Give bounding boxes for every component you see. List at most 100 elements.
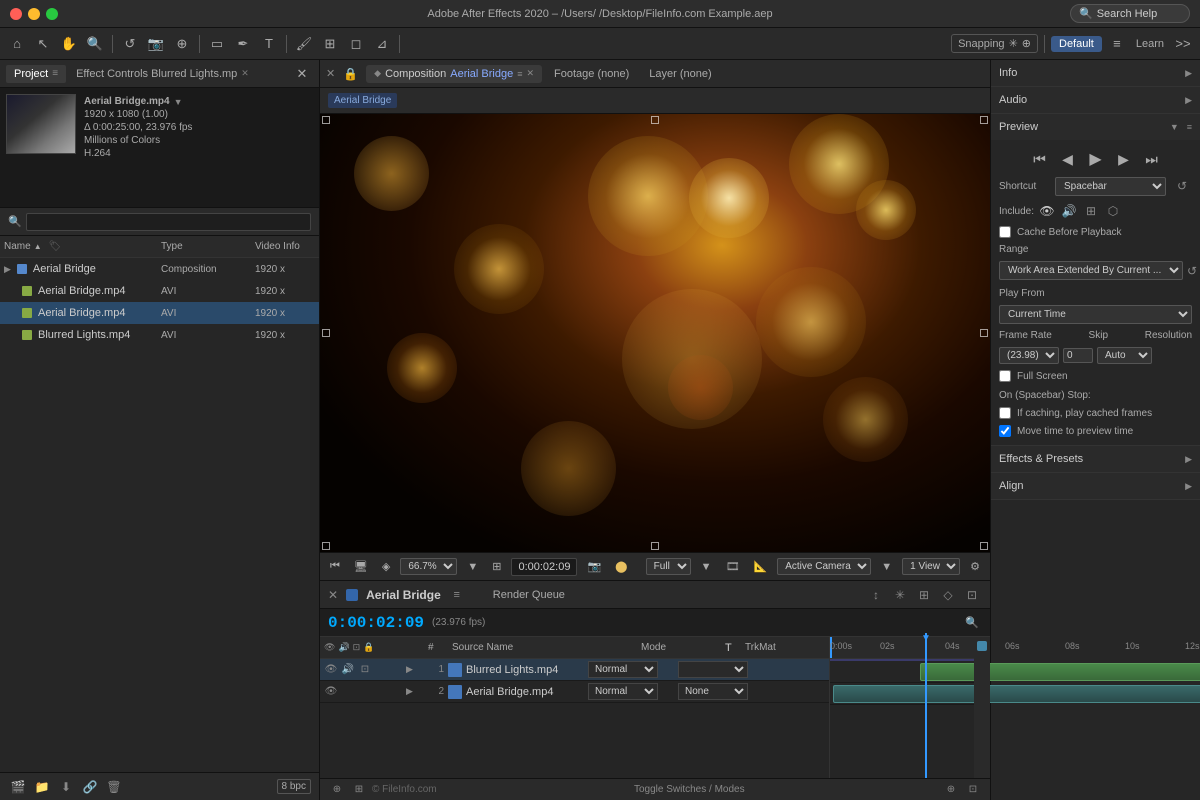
audio-header[interactable]: Audio ▶ (991, 87, 1200, 113)
tab-effect-controls[interactable]: Effect Controls Blurred Lights.mp ✕ (68, 65, 257, 83)
close-button[interactable] (10, 8, 22, 20)
tab-footage[interactable]: Footage (none) (546, 65, 637, 83)
layer-1-eye[interactable]: 👁 (324, 664, 338, 675)
expand-btn[interactable]: >> (1172, 33, 1194, 55)
camera-select[interactable]: Active Camera (777, 558, 871, 575)
view-settings-btn[interactable]: ⚙ (966, 558, 984, 575)
window-controls[interactable] (10, 8, 58, 20)
file-row-3[interactable]: Blurred Lights.mp4 AVI 1920 x (0, 324, 319, 346)
shape-tool[interactable]: ▭ (206, 33, 228, 55)
color-picker-btn[interactable]: ⬤ (611, 558, 631, 575)
effects-presets-header[interactable]: Effects & Presets ▶ (991, 446, 1200, 472)
maximize-button[interactable] (46, 8, 58, 20)
comp-tab-close2[interactable]: ✕ (526, 68, 534, 79)
layer-row-1[interactable]: 👁 🔊 ⊡ ▶ 1 Blurred Lights.mp4 Normal (320, 659, 829, 681)
delete-btn[interactable]: 🗑 (104, 777, 124, 797)
track-2-clip[interactable] (833, 685, 1200, 703)
layer-2-lock[interactable] (375, 686, 389, 697)
film-icon-btn[interactable]: 🎞 (722, 558, 744, 575)
project-search-input[interactable] (26, 213, 311, 231)
preview-last-btn[interactable]: ⏭ (1141, 148, 1163, 170)
hand-tool[interactable]: ✋ (58, 33, 80, 55)
select-tool[interactable]: ↖ (32, 33, 54, 55)
camera-icon-btn[interactable]: 📷 (583, 558, 605, 575)
text-tool[interactable]: T (258, 33, 280, 55)
include-audio-icon[interactable]: 🔊 (1060, 202, 1078, 220)
view-mode-select[interactable]: 1 View (902, 558, 960, 575)
tab-layer[interactable]: Layer (none) (641, 65, 719, 83)
timeline-ruler-bar[interactable]: 0:00s 02s 04s 06s 08s 10s 12s 14s 16s 18… (830, 637, 990, 659)
eraser-tool[interactable]: ◻ (345, 33, 367, 55)
tab-project[interactable]: Project ≡ (6, 65, 66, 83)
layer-1-expand[interactable]: ▶ (406, 664, 422, 675)
pen-tool[interactable]: ✒ (232, 33, 254, 55)
file-expand-0[interactable]: ▶ (4, 264, 11, 275)
layer-1-audio[interactable]: 🔊 (341, 664, 355, 675)
preview-first-btn[interactable]: ⏮ (1029, 148, 1051, 170)
fullscreen-check[interactable] (999, 370, 1011, 382)
include-extra-icon[interactable]: ⬡ (1104, 202, 1122, 220)
import-btn[interactable]: ⬇ (56, 777, 76, 797)
frame-rate-select[interactable]: (23.98) (999, 347, 1059, 364)
play-from-select[interactable]: Current Time (999, 305, 1192, 324)
cached-frames-check[interactable] (999, 407, 1011, 419)
workspace-menu-btn[interactable]: ≡ (1106, 33, 1128, 55)
preview-next-btn[interactable]: ▶ (1113, 148, 1135, 170)
tc-btn-3[interactable]: ⊞ (914, 585, 934, 605)
cache-playback-check[interactable] (999, 226, 1011, 238)
file-row-1[interactable]: Aerial Bridge.mp4 AVI 1920 x (0, 280, 319, 302)
current-time-display[interactable]: 0:00:02:09 (511, 558, 577, 576)
camera-tool[interactable]: 📷 (145, 33, 167, 55)
preview-header-menu[interactable]: ≡ (1187, 122, 1192, 132)
info-header[interactable]: Info ▶ (991, 60, 1200, 86)
rotation-tool[interactable]: ↺ (119, 33, 141, 55)
viewer-area[interactable] (320, 114, 990, 552)
include-video-icon[interactable]: 👁 (1038, 202, 1056, 220)
brush-tool[interactable]: 🖌 (293, 33, 315, 55)
tf-btn-1[interactable]: ⊕ (328, 781, 346, 799)
shortcut-reset-btn[interactable]: ↺ (1172, 176, 1192, 196)
zoom-dropdown-btn[interactable]: ▼ (463, 559, 482, 575)
layer-row-2[interactable]: 👁 ▶ 2 Aerial Bridge.mp4 Normal (320, 681, 829, 703)
puppet-tool[interactable]: ⊿ (371, 33, 393, 55)
zoom-tool[interactable]: 🔍 (84, 33, 106, 55)
render-queue-btn[interactable]: Render Queue (493, 589, 565, 601)
preview-3d-btn[interactable]: ◈ (378, 558, 394, 575)
layer-1-lock[interactable] (375, 664, 389, 675)
camera-dropdown-btn[interactable]: ▼ (877, 559, 896, 575)
preview-screen-btn[interactable]: 🖥 (350, 558, 372, 575)
col-name-header[interactable]: Name ▲ 🏷 (4, 241, 157, 252)
preview-header[interactable]: Preview ▼ ≡ (991, 114, 1200, 140)
tf-btn-2[interactable]: ⊞ (350, 781, 368, 799)
effect-tab-close[interactable]: ✕ (241, 68, 249, 79)
right-edge-btn-1[interactable] (977, 641, 987, 651)
timeline-menu-btn[interactable]: ≡ (449, 587, 465, 603)
layer-2-expand[interactable]: ▶ (406, 686, 422, 697)
timeline-current-time[interactable]: 0:00:02:09 (328, 614, 424, 632)
layer-2-solo[interactable] (358, 686, 372, 697)
clone-tool[interactable]: ⊞ (319, 33, 341, 55)
timeline-close-btn[interactable]: ✕ (328, 588, 338, 602)
tc-btn-5[interactable]: ⊡ (962, 585, 982, 605)
timeline-search-btn[interactable]: 🔍 (962, 613, 982, 633)
workspace-button[interactable]: Default (1051, 36, 1102, 52)
range-reset-btn[interactable]: ↺ (1187, 262, 1197, 280)
tf-right-btn-2[interactable]: ⊡ (964, 781, 982, 799)
shortcut-select[interactable]: Spacebar (1055, 177, 1166, 196)
resolution-select[interactable]: Full (646, 558, 691, 575)
toggle-switches-btn[interactable]: Toggle Switches / Modes (634, 784, 745, 795)
zoom-select[interactable]: 66.7% (400, 558, 457, 575)
track-1-clip[interactable] (920, 663, 1200, 681)
minimize-button[interactable] (28, 8, 40, 20)
new-folder-btn[interactable]: 📁 (32, 777, 52, 797)
layer-2-trkmat[interactable]: None (678, 683, 748, 700)
align-header[interactable]: Align ▶ (991, 473, 1200, 499)
layer-2-mode[interactable]: Normal (588, 683, 658, 700)
layer-1-mode[interactable]: Normal (588, 661, 658, 678)
tf-right-btn-1[interactable]: ⊕ (942, 781, 960, 799)
snapping-button[interactable]: Snapping ✳ ⊕ (951, 34, 1038, 53)
learn-button[interactable]: Learn (1132, 36, 1168, 52)
render-frame-btn[interactable]: 📐 (750, 558, 772, 575)
range-select[interactable]: Work Area Extended By Current ... (999, 261, 1183, 280)
project-menu-icon[interactable]: ≡ (52, 68, 58, 79)
